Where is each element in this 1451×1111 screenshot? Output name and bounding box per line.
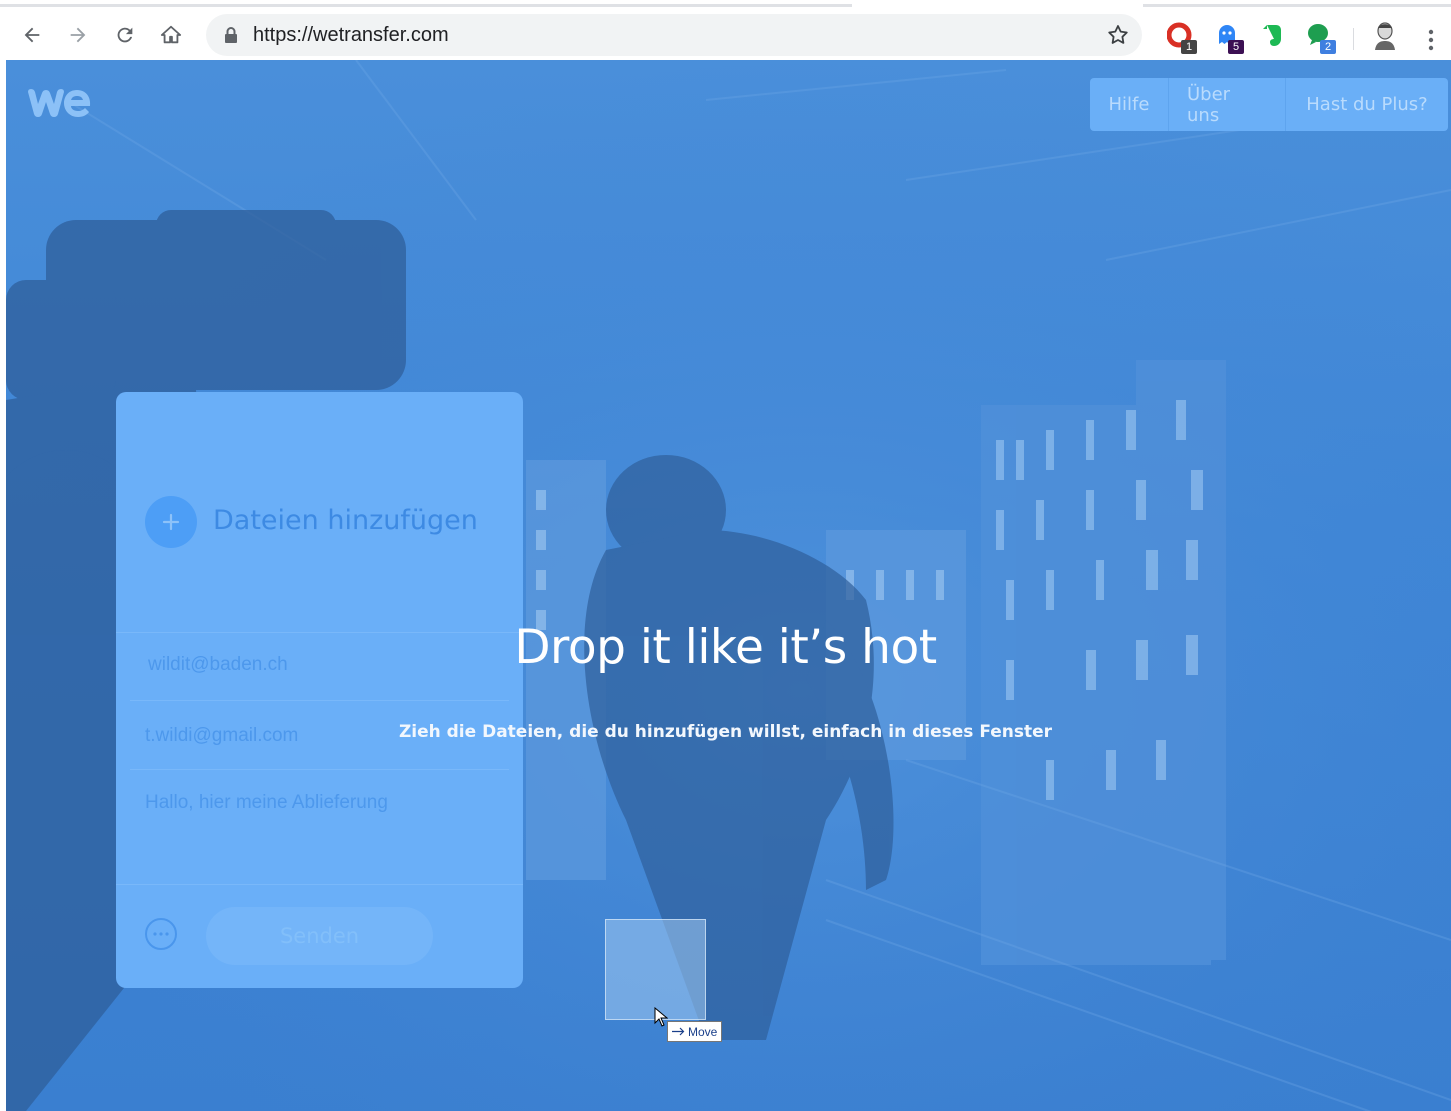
add-files-button[interactable]: [145, 496, 197, 548]
reload-button[interactable]: [110, 20, 140, 50]
tab-strip-line: [0, 4, 852, 7]
avatar-icon: [1375, 22, 1395, 50]
plus-icon: [162, 513, 180, 531]
star-icon[interactable]: [1106, 23, 1130, 47]
chat-extension-button[interactable]: 2: [1306, 22, 1336, 54]
toolbar-divider: [1353, 28, 1354, 50]
extension-badge: 2: [1320, 40, 1336, 54]
drop-title: Drop it like it’s hot: [514, 620, 937, 675]
evernote-icon: [1263, 25, 1281, 46]
more-options-button[interactable]: [145, 918, 177, 950]
arrow-left-icon: [24, 27, 40, 43]
home-button[interactable]: [156, 20, 186, 50]
ghost-extension-button[interactable]: 5: [1214, 22, 1244, 54]
nav-help-link[interactable]: Hilfe: [1090, 78, 1169, 131]
mouse-cursor-icon: [654, 1007, 668, 1027]
evernote-extension-button[interactable]: [1260, 22, 1288, 50]
message-field[interactable]: Hallo, hier meine Ablieferung: [145, 792, 388, 814]
forward-button[interactable]: [63, 20, 93, 50]
nav-about-link[interactable]: Über uns: [1169, 78, 1286, 131]
divider: [130, 700, 509, 701]
tab-strip-line: [1143, 4, 1451, 7]
reload-icon: [117, 27, 133, 43]
address-bar[interactable]: https://wetransfer.com: [206, 14, 1142, 56]
lock-icon: [225, 27, 237, 43]
drag-move-tooltip: Move: [667, 1021, 723, 1042]
drag-tooltip-label: Move: [688, 1024, 718, 1039]
browser-menu-icon[interactable]: [1424, 28, 1438, 52]
divider: [116, 884, 523, 885]
extension-badge: 1: [1181, 40, 1197, 54]
add-files-label[interactable]: Dateien hinzufügen: [213, 505, 478, 536]
arrow-right-icon: [70, 27, 86, 43]
page-viewport[interactable]: Hilfe Über uns Hast du Plus? Dateien hin…: [6, 60, 1451, 1111]
top-navigation: Hilfe Über uns Hast du Plus?: [1090, 78, 1448, 131]
drop-subtitle: Zieh die Dateien, die du hinzufügen will…: [398, 722, 1053, 742]
nav-plus-link[interactable]: Hast du Plus?: [1286, 78, 1448, 131]
home-icon: [160, 25, 182, 44]
extension-badge: 5: [1228, 40, 1244, 54]
upload-panel: Dateien hinzufügen wildit@baden.ch t.wil…: [116, 392, 523, 988]
send-button[interactable]: Senden: [206, 907, 433, 965]
ellipsis-icon: [153, 932, 169, 936]
arrow-right-icon: [672, 1027, 685, 1036]
opera-extension-button[interactable]: 1: [1166, 22, 1197, 54]
dragged-file-preview: [605, 919, 706, 1020]
wetransfer-logo[interactable]: [26, 86, 92, 120]
back-button[interactable]: [17, 20, 47, 50]
tab-strip: [0, 0, 1451, 8]
profile-button[interactable]: [1372, 20, 1400, 50]
browser-toolbar: https://wetransfer.com 1 5 2: [0, 8, 1451, 60]
divider: [130, 769, 509, 770]
url-text: https://wetransfer.com: [253, 24, 449, 46]
